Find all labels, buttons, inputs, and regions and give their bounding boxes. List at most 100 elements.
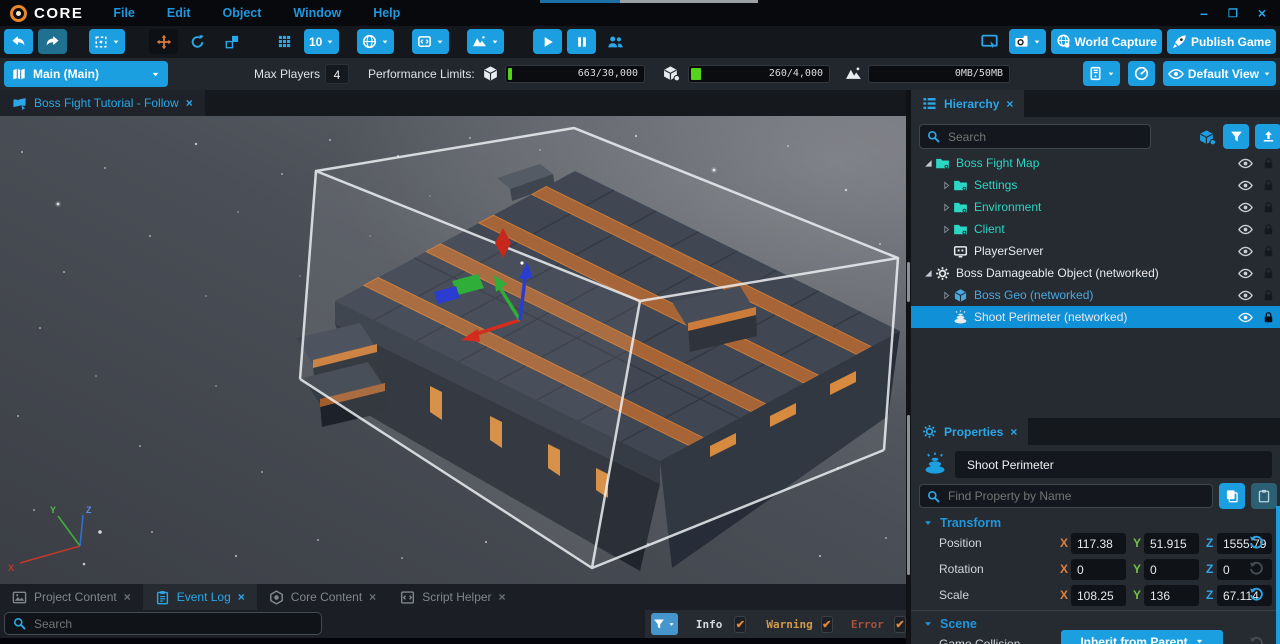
pause-button[interactable] <box>567 29 596 54</box>
default-view-dropdown[interactable]: Default View <box>1163 61 1276 86</box>
expand-arrow-icon[interactable] <box>921 157 935 169</box>
close-tab-icon[interactable]: × <box>1006 97 1013 111</box>
tree-row-playerserver[interactable]: PlayerServer <box>911 240 1280 262</box>
lock-icon[interactable] <box>1262 223 1275 236</box>
visibility-eye-icon[interactable] <box>1238 266 1253 281</box>
undo-button[interactable] <box>4 29 33 54</box>
performance-gauge-button[interactable] <box>1128 61 1155 86</box>
terrain-tool-dropdown[interactable] <box>467 29 504 54</box>
log-filter-dropdown[interactable] <box>651 613 678 635</box>
tab-properties[interactable]: Properties × <box>911 418 1028 445</box>
play-button[interactable] <box>533 29 562 54</box>
view-mode-dropdown[interactable] <box>1083 61 1120 86</box>
networked-cube-icon[interactable] <box>1199 129 1216 146</box>
scale-y-input[interactable] <box>1144 585 1199 606</box>
tab-script-helper[interactable]: Script Helper × <box>388 584 517 610</box>
visibility-eye-icon[interactable] <box>1238 222 1253 237</box>
selection-mode-dropdown[interactable] <box>89 29 125 54</box>
lock-icon[interactable] <box>1262 267 1275 280</box>
tree-row-boss-fight-map[interactable]: Boss Fight Map <box>911 152 1280 174</box>
hierarchy-search[interactable] <box>919 124 1151 149</box>
find-property-input[interactable] <box>946 488 1205 504</box>
filter-warning-checkbox[interactable]: ✔ <box>821 616 833 633</box>
tab-event-log[interactable]: Event Log × <box>143 584 257 610</box>
close-tab-icon[interactable]: × <box>186 96 193 110</box>
menu-file[interactable]: File <box>109 4 139 22</box>
object-name-field[interactable] <box>955 451 1272 478</box>
hierarchy-filter-button[interactable] <box>1223 124 1249 149</box>
menu-help[interactable]: Help <box>369 4 404 22</box>
filter-error-checkbox[interactable]: ✔ <box>894 616 906 633</box>
splitter-thumb[interactable] <box>907 262 910 302</box>
grid-size-dropdown[interactable]: 10 <box>304 29 339 54</box>
tab-project-content[interactable]: Project Content × <box>0 584 143 610</box>
event-log-search-input[interactable] <box>32 616 313 632</box>
world-capture-button[interactable]: World Capture <box>1051 29 1162 54</box>
reset-rotation-icon[interactable] <box>1249 561 1264 576</box>
close-tab-icon[interactable]: × <box>499 590 506 604</box>
rotation-y-input[interactable] <box>1144 559 1199 580</box>
tab-hierarchy[interactable]: Hierarchy × <box>911 90 1024 117</box>
tree-row-environment[interactable]: Environment <box>911 196 1280 218</box>
lock-icon[interactable] <box>1262 179 1275 192</box>
expand-arrow-icon[interactable] <box>939 180 953 191</box>
scale-x-input[interactable] <box>1071 585 1126 606</box>
publish-game-button[interactable]: Publish Game <box>1167 29 1276 54</box>
hierarchy-export-button[interactable] <box>1255 124 1280 149</box>
tree-row-shoot-perimeter[interactable]: Shoot Perimeter (networked) <box>911 306 1280 328</box>
hierarchy-search-input[interactable] <box>946 129 1143 145</box>
reset-scene-icon[interactable] <box>1249 636 1264 644</box>
tree-row-boss-damageable-object[interactable]: Boss Damageable Object (networked) <box>911 262 1280 284</box>
visibility-eye-icon[interactable] <box>1238 178 1253 193</box>
world-space-dropdown[interactable] <box>357 29 394 54</box>
tree-row-boss-geo[interactable]: Boss Geo (networked) <box>911 284 1280 306</box>
capture-settings-dropdown[interactable] <box>1009 29 1046 54</box>
splitter-thumb[interactable] <box>907 415 910 575</box>
expand-arrow-icon[interactable] <box>939 202 953 213</box>
object-name-input[interactable] <box>965 457 1262 473</box>
event-log-search[interactable] <box>4 612 322 635</box>
max-players-input[interactable]: 4 <box>325 64 349 84</box>
paste-properties-button[interactable] <box>1251 483 1277 509</box>
scene-selector-dropdown[interactable]: Main (Main) <box>4 61 168 87</box>
expand-arrow-icon[interactable] <box>939 224 953 235</box>
visibility-eye-icon[interactable] <box>1238 288 1253 303</box>
redo-button[interactable] <box>38 29 67 54</box>
widget-settings-dropdown[interactable] <box>412 29 449 54</box>
move-tool-button[interactable] <box>149 29 178 54</box>
copy-properties-button[interactable] <box>1219 483 1245 509</box>
position-x-input[interactable] <box>1071 533 1126 554</box>
restore-button[interactable]: ❐ <box>1228 7 1238 20</box>
lock-icon[interactable] <box>1262 245 1275 258</box>
screen-share-button[interactable] <box>975 29 1004 54</box>
transform-section-header[interactable]: Transform <box>923 516 1001 530</box>
rotate-tool-button[interactable] <box>183 29 212 54</box>
lock-icon[interactable] <box>1262 201 1275 214</box>
lock-icon[interactable] <box>1262 289 1275 302</box>
menu-window[interactable]: Window <box>289 4 345 22</box>
position-y-input[interactable] <box>1144 533 1199 554</box>
tab-boss-fight-tutorial[interactable]: Boss Fight Tutorial - Follow × <box>0 90 205 116</box>
multiplayer-preview-button[interactable] <box>601 29 630 54</box>
reset-position-icon[interactable] <box>1249 535 1264 550</box>
rotation-x-input[interactable] <box>1071 559 1126 580</box>
visibility-eye-icon[interactable] <box>1238 244 1253 259</box>
visibility-eye-icon[interactable] <box>1238 200 1253 215</box>
lock-icon[interactable] <box>1262 311 1275 324</box>
expand-arrow-icon[interactable] <box>939 290 953 301</box>
visibility-eye-icon[interactable] <box>1238 310 1253 325</box>
expand-arrow-icon[interactable] <box>921 267 935 279</box>
close-window-button[interactable]: × <box>1258 5 1266 21</box>
minimize-button[interactable]: – <box>1200 5 1208 21</box>
game-collision-dropdown[interactable]: Inherit from Parent <box>1061 630 1223 644</box>
close-tab-icon[interactable]: × <box>369 590 376 604</box>
filter-info-checkbox[interactable]: ✔ <box>734 616 746 633</box>
visibility-eye-icon[interactable] <box>1238 156 1253 171</box>
grid-snap-button[interactable] <box>270 29 299 54</box>
close-tab-icon[interactable]: × <box>1010 425 1017 439</box>
find-property-field[interactable] <box>919 484 1213 508</box>
close-tab-icon[interactable]: × <box>124 590 131 604</box>
menu-object[interactable]: Object <box>219 4 266 22</box>
scene-section-header[interactable]: Scene <box>923 617 977 631</box>
scale-tool-button[interactable] <box>217 29 246 54</box>
